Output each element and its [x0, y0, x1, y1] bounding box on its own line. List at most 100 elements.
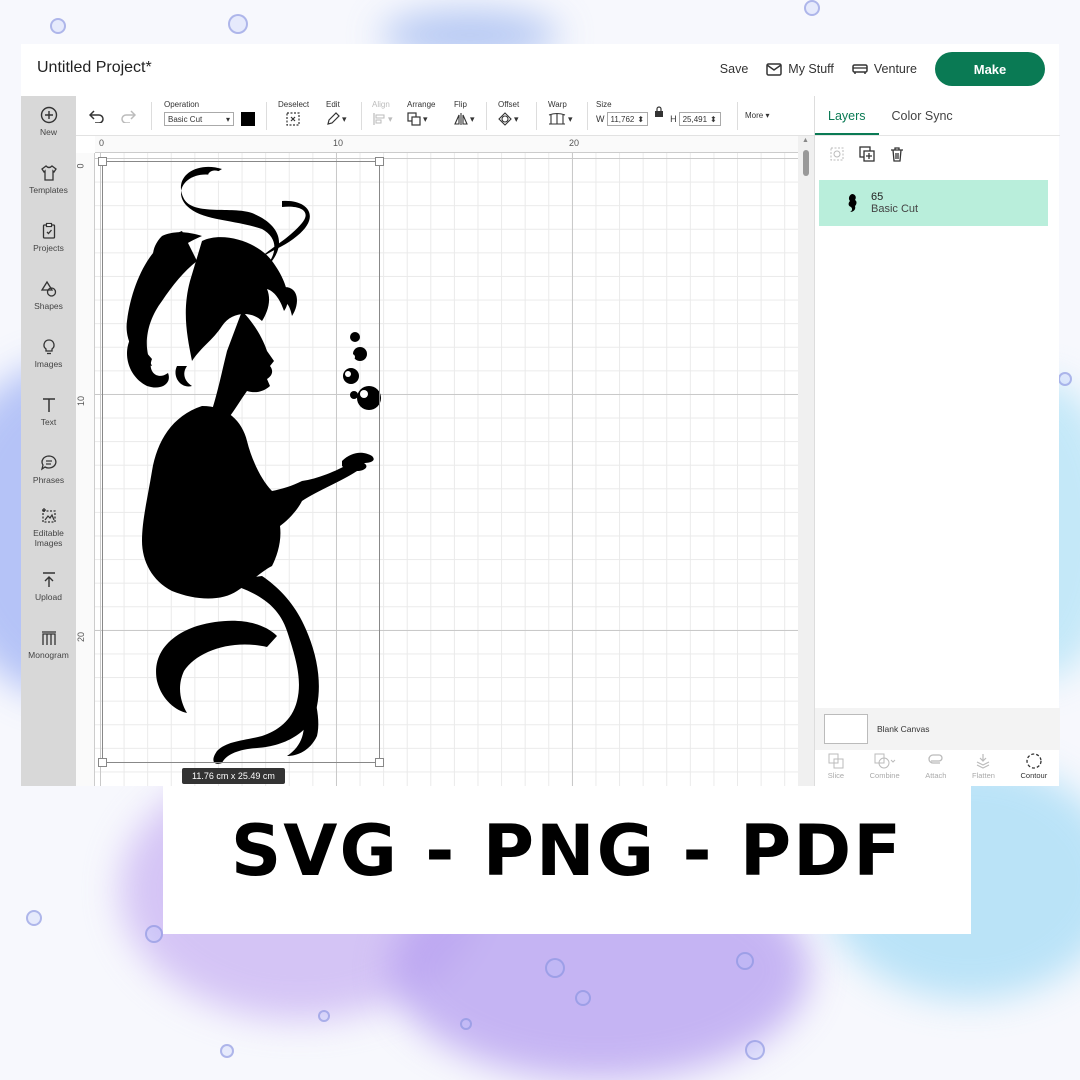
redo-icon[interactable]	[120, 109, 136, 123]
top-actions: Save My Stuff Venture Make	[720, 52, 1045, 86]
ruler-tick-label: 0	[99, 138, 105, 148]
arrange-icon	[407, 112, 421, 126]
speech-bubble-icon	[40, 455, 57, 471]
edit-group[interactable]: Edit ▾	[326, 100, 347, 127]
venture-label: Venture	[873, 62, 917, 76]
scroll-up-icon[interactable]: ▲	[802, 137, 809, 144]
layer-actions: Slice Combine Attach Flatten Contour	[815, 750, 1060, 786]
sidebar-item-new[interactable]: New	[21, 106, 76, 137]
venture-button[interactable]: Venture	[852, 62, 917, 76]
slice-button[interactable]: Slice	[828, 750, 844, 786]
attach-button[interactable]: Attach	[925, 750, 946, 786]
sidebar-item-label: Upload	[35, 592, 62, 602]
sidebar-item-images[interactable]: Images	[21, 338, 76, 369]
selection-bounding-box[interactable]	[98, 157, 384, 767]
toolbar-divider	[486, 102, 487, 130]
contour-icon	[1026, 753, 1042, 769]
make-button[interactable]: Make	[935, 52, 1045, 86]
toolbar-divider	[151, 102, 152, 130]
combine-label: Combine	[869, 771, 900, 780]
layer-item[interactable]: 65 Basic Cut	[819, 180, 1048, 226]
more-button[interactable]: More ▾	[745, 111, 769, 120]
my-stuff-label: My Stuff	[788, 62, 834, 76]
top-bar: Untitled Project* Save My Stuff Venture …	[21, 44, 1059, 96]
ruler-tick-label: 10	[333, 138, 344, 148]
ruler-horizontal: 0 10 20	[95, 136, 798, 153]
width-input[interactable]: 11,762 ⬍	[606, 112, 649, 126]
attach-icon	[928, 754, 943, 764]
sidebar-item-templates[interactable]: Templates	[21, 164, 76, 195]
contour-label: Contour	[1020, 771, 1048, 780]
contour-button[interactable]: Contour	[1020, 750, 1048, 786]
stepper-icon[interactable]: ⬍	[710, 115, 717, 124]
editable-image-icon	[41, 508, 56, 523]
caret-down-icon: ▾	[763, 111, 770, 120]
flip-group[interactable]: Flip ▾	[454, 100, 475, 127]
color-swatch[interactable]	[241, 112, 255, 126]
trash-icon[interactable]	[889, 146, 905, 162]
deselect-group[interactable]: Deselect	[278, 100, 309, 127]
width-label: W	[596, 114, 605, 124]
align-icon	[373, 113, 385, 125]
sidebar-item-shapes[interactable]: Shapes	[21, 280, 76, 311]
align-group[interactable]: Align ▾	[372, 100, 393, 127]
sidebar-item-editable-images[interactable]: Editable Images	[21, 507, 76, 548]
design-canvas[interactable]: 0 10 20 0 10 20 11.76 cm x 25.49 cm ▲	[76, 136, 814, 786]
stepper-icon[interactable]: ⬍	[637, 115, 644, 124]
warp-label: Warp	[548, 100, 567, 109]
save-label: Save	[719, 62, 749, 76]
project-title[interactable]: Untitled Project*	[37, 59, 152, 77]
deselect-label: Deselect	[278, 100, 310, 109]
group-icon[interactable]	[829, 146, 845, 162]
height-value: 25,491	[682, 114, 708, 124]
left-sidebar: New Templates Projects Shapes Images Tex…	[21, 96, 76, 786]
sidebar-item-label: Phrases	[32, 475, 65, 485]
sidebar-item-phrases[interactable]: Phrases	[21, 454, 76, 485]
my-stuff-button[interactable]: My Stuff	[766, 62, 834, 76]
sidebar-item-label: Templates	[29, 185, 68, 195]
combine-button[interactable]: Combine	[870, 750, 900, 786]
lock-icon[interactable]	[654, 106, 664, 118]
flatten-button[interactable]: Flatten	[972, 750, 995, 786]
resize-handle[interactable]	[375, 157, 384, 166]
resize-handle[interactable]	[98, 758, 107, 767]
height-label: H	[670, 114, 677, 124]
sidebar-item-text[interactable]: Text	[21, 396, 76, 427]
height-input[interactable]: 25,491 ⬍	[678, 112, 721, 126]
blank-canvas-swatch[interactable]	[824, 714, 868, 744]
offset-group[interactable]: Offset ▾	[498, 100, 519, 127]
sidebar-item-label: New	[39, 127, 57, 137]
blank-canvas-label: Blank Canvas	[877, 724, 930, 734]
size-group: Size W 11,762 ⬍ H 25,491 ⬍	[596, 100, 721, 127]
warp-group[interactable]: Warp ▾	[548, 100, 573, 127]
flatten-label: Flatten	[972, 771, 995, 780]
tab-layers[interactable]: Layers	[815, 96, 879, 135]
operation-group: Operation Basic Cut ▾	[164, 100, 255, 127]
envelope-icon	[766, 62, 783, 76]
layer-operation: Basic Cut	[871, 203, 919, 215]
sidebar-item-label: Editable Images	[33, 528, 64, 549]
shapes-icon	[40, 280, 56, 297]
resize-handle[interactable]	[98, 157, 107, 166]
chevron-down-icon: ▾	[514, 113, 519, 124]
sidebar-item-upload[interactable]: Upload	[21, 571, 76, 602]
tab-color-sync[interactable]: Color Sync	[879, 96, 966, 135]
operation-select[interactable]: Basic Cut ▾	[164, 112, 234, 126]
clipboard-icon	[42, 222, 55, 239]
save-button[interactable]: Save	[720, 62, 749, 76]
blank-canvas-row[interactable]: Blank Canvas	[815, 708, 1060, 750]
scrollbar-thumb[interactable]	[803, 150, 809, 176]
resize-handle[interactable]	[375, 758, 384, 767]
sidebar-item-projects[interactable]: Projects	[21, 222, 76, 253]
operation-value: Basic Cut	[168, 114, 203, 124]
flip-icon	[454, 113, 468, 125]
dimensions-tag: 11.76 cm x 25.49 cm	[182, 768, 285, 784]
sidebar-item-label: Text	[40, 417, 57, 427]
duplicate-icon[interactable]	[859, 146, 875, 162]
sidebar-item-monogram[interactable]: Monogram	[21, 629, 76, 660]
vertical-scrollbar[interactable]: ▲	[798, 136, 814, 786]
arrange-group[interactable]: Arrange ▾	[407, 100, 435, 127]
design-space-window: Untitled Project* Save My Stuff Venture …	[21, 44, 1060, 786]
undo-icon[interactable]	[89, 109, 105, 123]
machine-icon	[852, 64, 868, 74]
